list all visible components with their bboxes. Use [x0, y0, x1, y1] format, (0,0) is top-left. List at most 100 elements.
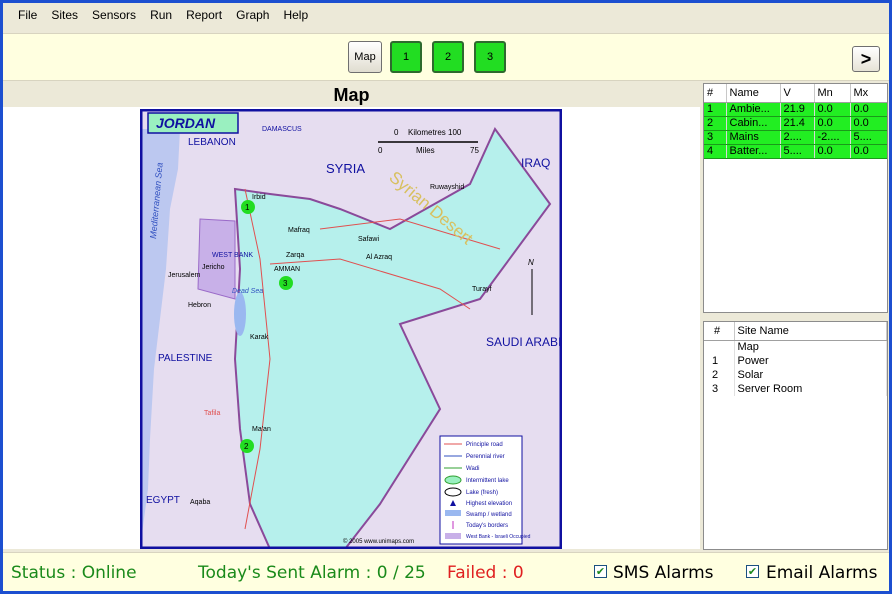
amman-label: AMMAN: [274, 266, 300, 273]
jericho-label: Jericho: [202, 264, 225, 271]
site-table-header: # Site Name: [704, 322, 887, 341]
sensor-cell: 0.0: [850, 116, 887, 131]
legend-item-5: Lake (fresh): [466, 490, 498, 496]
checkmark-icon: ✔: [747, 565, 758, 578]
next-button[interactable]: >: [852, 46, 880, 72]
site-col-name[interactable]: Site Name: [734, 322, 887, 341]
site-row[interactable]: 1 Power: [704, 354, 887, 368]
menu-run[interactable]: Run: [143, 5, 179, 25]
sensor-cell: Ambie...: [726, 102, 781, 117]
sensor-cell: -2....: [814, 130, 851, 145]
site-row[interactable]: 2 Solar: [704, 368, 887, 382]
legend-item-8: Today's borders: [466, 523, 508, 529]
sensor-cell: 0.0: [814, 144, 851, 159]
sensor-cell: 0.0: [814, 116, 851, 131]
scale-mi-75: 75: [470, 146, 479, 155]
map-panel: JORDAN LEBANON DAMASCUS SYRIA IRAQ SAUDI…: [3, 107, 700, 549]
site-cell: 2: [704, 368, 735, 382]
sensor-cell: 21.4: [780, 116, 815, 131]
dead-sea-label: Dead Sea: [232, 288, 263, 295]
syria-label: SYRIA: [326, 161, 365, 176]
sensor-col-value[interactable]: V: [780, 84, 815, 103]
checkmark-icon: ✔: [595, 565, 606, 578]
application-window: File Sites Sensors Run Report Graph Help…: [3, 3, 889, 591]
sensor-cell: 2....: [780, 130, 815, 145]
site-marker-3-label: 3: [283, 279, 288, 288]
mafraq-label: Mafraq: [288, 227, 310, 234]
menu-sites[interactable]: Sites: [44, 5, 85, 25]
jerusalem-label: Jerusalem: [168, 272, 200, 279]
iraq-label: IRAQ: [521, 156, 550, 170]
karak-label: Karak: [250, 334, 269, 341]
sensor-cell: Cabin...: [726, 116, 781, 131]
egypt-label: EGYPT: [146, 495, 180, 506]
ruwayshid-label: Ruwayshid: [430, 184, 464, 191]
email-alarms-checkbox[interactable]: ✔: [746, 565, 759, 578]
site-2-button[interactable]: 2: [432, 41, 464, 73]
zarqa-label: Zarqa: [286, 252, 304, 259]
sensor-cell: 4: [704, 144, 727, 159]
country-title: JORDAN: [156, 115, 216, 131]
menu-file[interactable]: File: [11, 5, 44, 25]
legend-lake-icon: [444, 487, 462, 497]
site-3-button[interactable]: 3: [474, 41, 506, 73]
site-cell: 3: [704, 382, 735, 396]
west-bank-label: WEST BANK: [212, 252, 253, 259]
damascus-label: DAMASCUS: [262, 126, 302, 133]
sms-alarms-label[interactable]: SMS Alarms: [613, 563, 714, 583]
menu-help[interactable]: Help: [276, 5, 315, 25]
sensor-cell: 0.0: [850, 102, 887, 117]
site-col-num[interactable]: #: [704, 322, 735, 341]
sensor-row[interactable]: 4 Batter... 5.... 0.0 0.0: [704, 144, 887, 159]
scale-mi-label: Miles: [416, 146, 435, 155]
sensor-col-min[interactable]: Mn: [814, 84, 851, 103]
menu-bar: File Sites Sensors Run Report Graph Help: [3, 3, 889, 27]
scale-km-zero: 0: [394, 128, 399, 137]
scale-km-label: Kilometres: [408, 128, 446, 137]
sensor-col-name[interactable]: Name: [726, 84, 781, 103]
sensor-table-header: # Name V Mn Mx: [704, 84, 887, 103]
legend-west-bank-icon: [445, 533, 461, 539]
sensor-row[interactable]: 1 Ambie... 21.9 0.0 0.0: [704, 102, 887, 117]
site-table: # Site Name Map 1 Power 2 Solar 3 Server…: [703, 321, 888, 550]
email-alarms-label[interactable]: Email Alarms: [766, 563, 877, 583]
legend-item-2: Perennial river: [466, 454, 505, 460]
sensor-cell: Batter...: [726, 144, 781, 159]
site-cell: Power: [734, 354, 887, 368]
turayf-label: Turayf: [472, 286, 492, 293]
map-copyright: © 2005 www.unimaps.com: [343, 538, 414, 545]
sensor-cell: 0.0: [850, 144, 887, 159]
menu-graph[interactable]: Graph: [229, 5, 276, 25]
site-row[interactable]: 3 Server Room: [704, 382, 887, 396]
west-bank-area: [197, 218, 236, 300]
menu-report[interactable]: Report: [179, 5, 229, 25]
safawi-label: Safawi: [358, 236, 379, 243]
sms-alarms-checkbox[interactable]: ✔: [594, 565, 607, 578]
sensor-cell: Mains: [726, 130, 781, 145]
legend-swamp-icon: [445, 510, 461, 516]
menu-sensors[interactable]: Sensors: [85, 5, 143, 25]
sensor-row[interactable]: 3 Mains 2.... -2.... 5....: [704, 130, 887, 145]
lebanon-label: LEBANON: [188, 137, 236, 148]
scale-km-100: 100: [448, 128, 462, 137]
map-button[interactable]: Map: [348, 41, 382, 73]
site-marker-2-label: 2: [244, 442, 249, 451]
site-cell: Map: [734, 340, 887, 354]
tafila-label: Tafila: [204, 410, 220, 417]
irbid-label: Irbid: [252, 194, 266, 201]
sensor-col-max[interactable]: Mx: [850, 84, 887, 103]
sensor-col-num[interactable]: #: [704, 84, 727, 103]
failed-alarm-count: Failed : 0: [447, 563, 524, 583]
aqaba-label: Aqaba: [190, 499, 210, 506]
site-row[interactable]: Map: [704, 340, 887, 354]
legend-item-4: Intermittent lake: [466, 478, 509, 484]
sensor-cell: 3: [704, 130, 727, 145]
palestine-label: PALESTINE: [158, 353, 213, 364]
connection-status: Status : Online: [11, 563, 137, 583]
site-cell: Server Room: [734, 382, 887, 396]
legend-intermittent-lake-icon: [444, 475, 462, 485]
sensor-row[interactable]: 2 Cabin... 21.4 0.0 0.0: [704, 116, 887, 131]
site-1-button[interactable]: 1: [390, 41, 422, 73]
sensor-cell: 5....: [850, 130, 887, 145]
sensor-cell: 1: [704, 102, 727, 117]
